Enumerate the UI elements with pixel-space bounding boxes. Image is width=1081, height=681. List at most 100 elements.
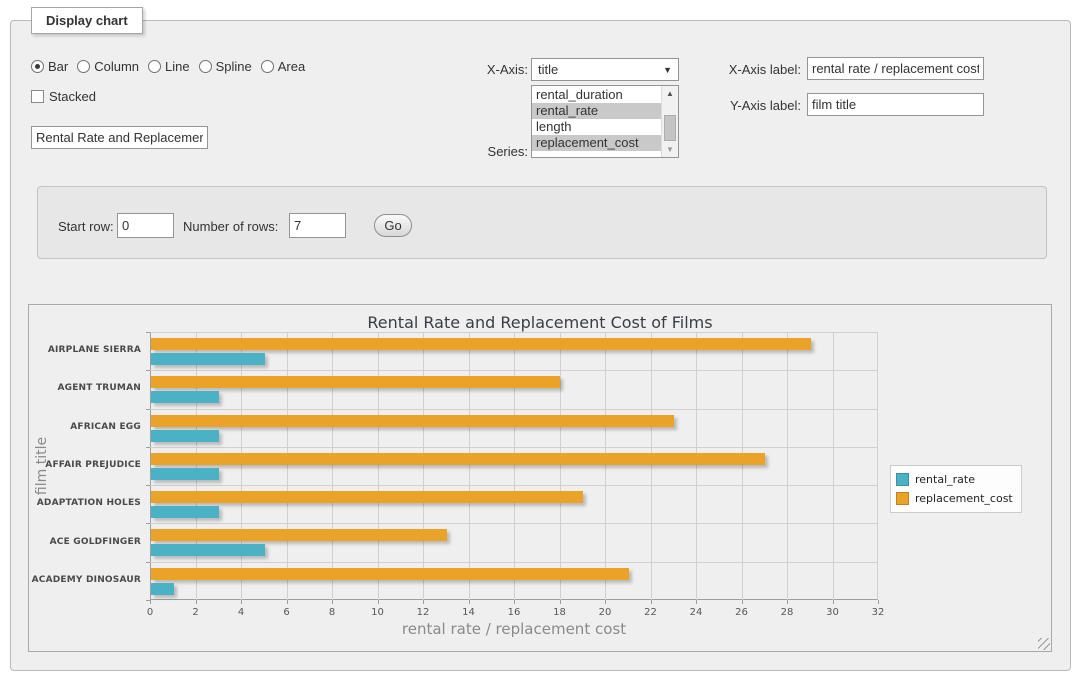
y-tick-mark	[146, 447, 150, 448]
num-rows-input[interactable]	[289, 213, 346, 238]
chart-type-label: Spline	[216, 59, 252, 74]
chart-type-label: Column	[94, 59, 139, 74]
x-tick-label: 18	[540, 607, 580, 618]
start-row-input[interactable]	[117, 213, 174, 238]
x-tick-mark	[514, 600, 515, 604]
x-tick-label: 4	[221, 607, 261, 618]
chart-type-radio-area[interactable]: Area	[261, 59, 305, 74]
resize-grip-icon[interactable]	[1038, 638, 1050, 650]
category-label: AGENT TRUMAN	[29, 383, 141, 393]
series-option-length[interactable]: length	[532, 119, 661, 135]
chart-type-radio-bar[interactable]: Bar	[31, 59, 68, 74]
row-controls-panel: Start row: Number of rows: Go	[37, 186, 1047, 259]
bar-rental_rate	[151, 391, 219, 403]
x-tick-mark	[605, 600, 606, 604]
legend-label: replacement_cost	[915, 492, 1013, 505]
chart-title-input[interactable]	[31, 126, 208, 149]
x-tick-mark	[150, 600, 151, 604]
category-label: AIRPLANE SIERRA	[29, 345, 141, 355]
chart-type-radio-line[interactable]: Line	[148, 59, 190, 74]
series-option-replacement_cost[interactable]: replacement_cost	[532, 135, 661, 151]
stacked-checkbox-row[interactable]: Stacked	[31, 89, 96, 104]
x-tick-mark	[651, 600, 652, 604]
x-tick-mark	[241, 600, 242, 604]
gridline-vertical	[833, 332, 834, 600]
chart-type-label: Area	[278, 59, 305, 74]
gridline-vertical	[196, 332, 197, 600]
radio-icon[interactable]	[261, 60, 274, 73]
gridline-horizontal	[150, 409, 878, 410]
x-tick-mark	[560, 600, 561, 604]
x-tick-label: 32	[858, 607, 898, 618]
x-tick-mark	[378, 600, 379, 604]
x-tick-mark	[696, 600, 697, 604]
display-chart-fieldset: Display chart BarColumnLineSplineArea St…	[10, 20, 1071, 671]
x-tick-mark	[423, 600, 424, 604]
x-tick-mark	[196, 600, 197, 604]
y-axis-label-input[interactable]	[807, 93, 984, 116]
chart-type-radio-column[interactable]: Column	[77, 59, 139, 74]
bar-rental_rate	[151, 506, 219, 518]
fieldset-legend: Display chart	[31, 7, 143, 34]
x-tick-mark	[469, 600, 470, 604]
scroll-down-icon[interactable]: ▼	[662, 142, 678, 157]
radio-icon[interactable]	[199, 60, 212, 73]
y-tick-mark	[146, 600, 150, 601]
radio-icon[interactable]	[77, 60, 90, 73]
chart-legend: rental_rate replacement_cost	[890, 465, 1022, 513]
x-tick-label: 28	[767, 607, 807, 618]
series-listbox[interactable]: rental_durationrental_ratelengthreplacem…	[531, 85, 679, 158]
y-tick-mark	[146, 523, 150, 524]
gridline-vertical	[605, 332, 606, 600]
x-tick-mark	[833, 600, 834, 604]
x-axis-selected-value: title	[538, 62, 663, 77]
x-axis-select[interactable]: title ▼	[531, 58, 679, 81]
legend-swatch-icon	[896, 473, 909, 486]
series-option-rental_rate[interactable]: rental_rate	[532, 103, 661, 119]
x-axis-label-input[interactable]	[807, 57, 984, 80]
gridline-vertical	[787, 332, 788, 600]
radio-icon[interactable]	[148, 60, 161, 73]
page: Display chart Bar Column Line Spline Area St…	[0, 0, 1081, 681]
bar-rental_rate	[151, 544, 265, 556]
x-tick-label: 26	[722, 607, 762, 618]
scrollbar-thumb[interactable]	[664, 115, 676, 141]
chart-type-radio-spline[interactable]: Spline	[199, 59, 252, 74]
x-tick-label: 0	[130, 607, 170, 618]
bar-replacement_cost	[151, 568, 629, 580]
x-axis-select-label: X-Axis:	[466, 62, 528, 77]
scroll-up-icon[interactable]: ▲	[662, 86, 678, 101]
category-label: ADAPTATION HOLES	[29, 498, 141, 508]
gridline-vertical	[378, 332, 379, 600]
bar-replacement_cost	[151, 415, 674, 427]
bar-replacement_cost	[151, 453, 765, 465]
x-tick-label: 6	[267, 607, 307, 618]
radio-icon[interactable]	[31, 60, 44, 73]
category-label: ACADEMY DINOSAUR	[29, 575, 141, 585]
bar-rental_rate	[151, 353, 265, 365]
series-listbox-label: Series:	[466, 144, 528, 159]
gridline-vertical	[560, 332, 561, 600]
stacked-label: Stacked	[49, 89, 96, 104]
x-axis-label-label: X-Axis label:	[724, 62, 801, 77]
series-option-rental_duration[interactable]: rental_duration	[532, 87, 661, 103]
chevron-down-icon: ▼	[663, 65, 672, 75]
x-tick-mark	[332, 600, 333, 604]
gridline-vertical	[651, 332, 652, 600]
gridline-vertical	[469, 332, 470, 600]
series-options: rental_durationrental_ratelengthreplacem…	[532, 86, 661, 157]
chart-x-axis-title: rental rate / replacement cost	[150, 620, 878, 638]
legend-swatch-icon	[896, 492, 909, 505]
gridline-horizontal	[150, 562, 878, 563]
legend-label: rental_rate	[915, 473, 975, 486]
y-tick-mark	[146, 370, 150, 371]
x-tick-label: 30	[813, 607, 853, 618]
x-tick-label: 16	[494, 607, 534, 618]
gridline-horizontal	[150, 370, 878, 371]
go-button[interactable]: Go	[374, 214, 412, 237]
bar-replacement_cost	[151, 491, 583, 503]
y-tick-mark	[146, 409, 150, 410]
series-listbox-scrollbar[interactable]: ▲ ▼	[661, 86, 678, 157]
stacked-checkbox[interactable]	[31, 90, 44, 103]
bar-replacement_cost	[151, 376, 560, 388]
